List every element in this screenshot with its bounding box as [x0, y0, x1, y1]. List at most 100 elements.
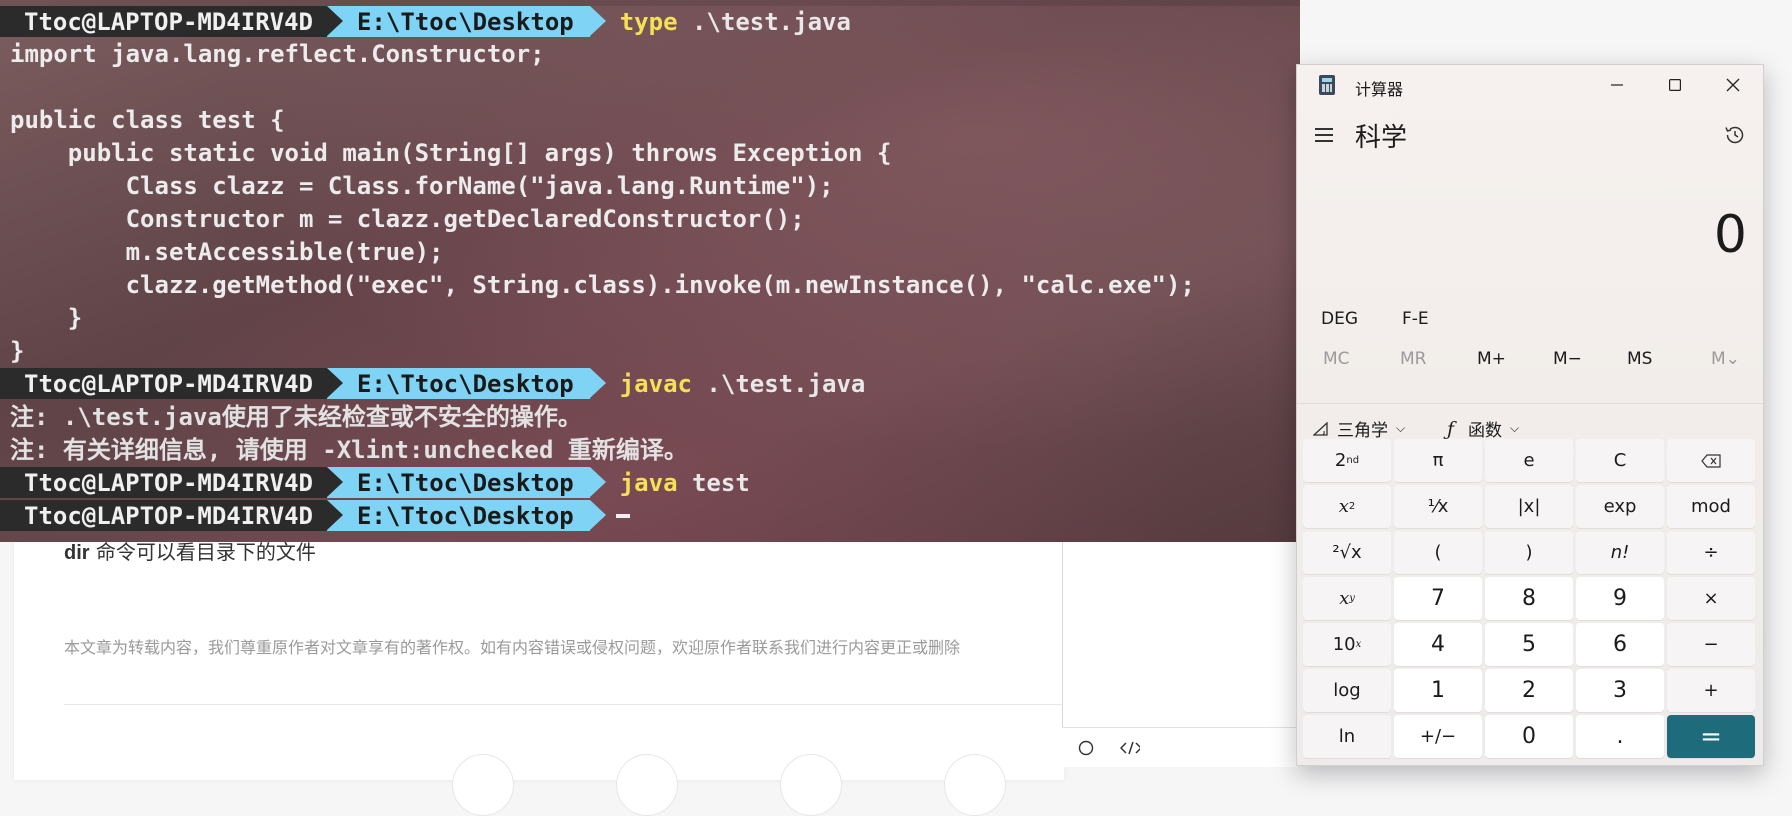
- prompt-user-segment: Ttoc@LAPTOP-MD4IRV4D: [0, 368, 343, 399]
- close-paren-button[interactable]: ): [1485, 531, 1573, 574]
- ten-power-button[interactable]: 10 x: [1303, 623, 1391, 666]
- memory-subtract-button[interactable]: M−: [1553, 349, 1582, 369]
- prompt-line: Ttoc@LAPTOP-MD4IRV4D E:\Ttoc\Desktop jav…: [0, 368, 865, 399]
- triangle-icon: [1313, 421, 1328, 436]
- close-button[interactable]: [1705, 65, 1761, 105]
- command-arg: .\test.java: [691, 369, 866, 398]
- share-circle-4[interactable]: [944, 754, 1006, 816]
- compiler-note: 注: 有关详细信息, 请使用 -Xlint:unchecked 重新编译。: [10, 436, 688, 464]
- digit-7-button[interactable]: 7: [1394, 577, 1482, 620]
- digit-5-button[interactable]: 5: [1485, 623, 1573, 666]
- maximize-icon: [1669, 79, 1681, 91]
- memory-recall-button[interactable]: MR: [1400, 349, 1426, 369]
- command-keyword: type: [619, 7, 678, 36]
- prompt-user-segment: Ttoc@LAPTOP-MD4IRV4D: [0, 6, 343, 37]
- backspace-button[interactable]: [1667, 439, 1755, 482]
- decimal-button[interactable]: .: [1576, 715, 1664, 758]
- digit-1-button[interactable]: 1: [1394, 669, 1482, 712]
- factorial-button[interactable]: n!: [1576, 531, 1664, 574]
- prompt-line: Ttoc@LAPTOP-MD4IRV4D E:\Ttoc\Desktop typ…: [0, 6, 851, 37]
- side-panel-footer: [1062, 727, 1298, 767]
- digit-0-button[interactable]: 0: [1485, 715, 1573, 758]
- prompt-line: Ttoc@LAPTOP-MD4IRV4D E:\Ttoc\Desktop: [0, 500, 630, 531]
- share-circle-1[interactable]: [452, 754, 514, 816]
- fe-toggle[interactable]: F-E: [1402, 309, 1429, 329]
- command-text: type .\test.java: [590, 8, 851, 36]
- mode-title: 科学: [1355, 123, 1408, 153]
- digit-2-button[interactable]: 2: [1485, 669, 1573, 712]
- code-line: public static void main(String[] args) t…: [10, 139, 892, 167]
- function-dropdown[interactable]: ƒ 函数 ⌵: [1447, 416, 1520, 442]
- prompt-line: Ttoc@LAPTOP-MD4IRV4D E:\Ttoc\Desktop jav…: [0, 467, 750, 498]
- calculator-window[interactable]: 计算器 科学 0 DEG F-E MC MR M+ M− MS M⌄ 三角学 ⌵…: [1296, 64, 1764, 766]
- memory-row: MC MR M+ M− MS M⌄: [1297, 345, 1763, 375]
- digit-6-button[interactable]: 6: [1576, 623, 1664, 666]
- title-bar[interactable]: 计算器: [1297, 65, 1763, 105]
- prompt-path-segment: E:\Ttoc\Desktop: [326, 368, 606, 399]
- exp-button[interactable]: exp: [1576, 485, 1664, 528]
- power-button[interactable]: xy: [1303, 577, 1391, 620]
- ln-button[interactable]: ln: [1303, 715, 1391, 758]
- reciprocal-button[interactable]: ¹⁄x: [1394, 485, 1482, 528]
- subtract-button[interactable]: −: [1667, 623, 1755, 666]
- share-circle-2[interactable]: [616, 754, 678, 816]
- circle-icon[interactable]: [1076, 738, 1096, 758]
- memory-list-button[interactable]: M⌄: [1711, 349, 1740, 369]
- log-button[interactable]: log: [1303, 669, 1391, 712]
- code-line: }: [10, 337, 25, 365]
- deg-toggle[interactable]: DEG: [1321, 309, 1358, 329]
- absolute-button[interactable]: |x|: [1485, 485, 1573, 528]
- pi-button[interactable]: π: [1394, 439, 1482, 482]
- prompt-path-segment: E:\Ttoc\Desktop: [326, 500, 606, 531]
- terminal-cursor[interactable]: [615, 513, 630, 518]
- memory-store-button[interactable]: MS: [1627, 349, 1652, 369]
- keypad: 2nd π e C x2 ¹⁄x |x| exp mod ²√x ( ) n! …: [1303, 439, 1759, 758]
- share-circle-3[interactable]: [780, 754, 842, 816]
- prompt-user-segment: Ttoc@LAPTOP-MD4IRV4D: [0, 500, 343, 531]
- chevron-down-icon: ⌵: [1510, 421, 1520, 435]
- negate-button[interactable]: +/−: [1394, 715, 1482, 758]
- prompt-user-segment: Ttoc@LAPTOP-MD4IRV4D: [0, 467, 343, 498]
- digit-8-button[interactable]: 8: [1485, 577, 1573, 620]
- trig-label: 三角学: [1337, 421, 1388, 441]
- function-label: 函数: [1468, 421, 1503, 441]
- square-button[interactable]: x2: [1303, 485, 1391, 528]
- dir-command: dir: [64, 542, 90, 564]
- history-icon[interactable]: [1723, 123, 1747, 147]
- code-line: clazz.getMethod("exec", String.class).in…: [10, 271, 1195, 299]
- backspace-icon: [1701, 453, 1721, 468]
- terminal-window[interactable]: Ttoc@LAPTOP-MD4IRV4D E:\Ttoc\Desktop typ…: [0, 0, 1300, 542]
- clear-button[interactable]: C: [1576, 439, 1664, 482]
- minimize-button[interactable]: [1589, 65, 1645, 105]
- add-button[interactable]: +: [1667, 669, 1755, 712]
- memory-add-button[interactable]: M+: [1477, 349, 1506, 369]
- open-paren-button[interactable]: (: [1394, 531, 1482, 574]
- divide-button[interactable]: ÷: [1667, 531, 1755, 574]
- command-text: javac .\test.java: [590, 370, 866, 398]
- sqrt-button[interactable]: ²√x: [1303, 531, 1391, 574]
- close-icon: [1726, 78, 1740, 92]
- code-line: }: [10, 304, 83, 332]
- trig-dropdown[interactable]: 三角学 ⌵: [1313, 416, 1405, 441]
- function-icon: ƒ: [1447, 417, 1455, 440]
- code-line: public class test {: [10, 106, 285, 134]
- second-button[interactable]: 2nd: [1303, 439, 1391, 482]
- code-icon[interactable]: [1120, 738, 1140, 758]
- multiply-button[interactable]: ×: [1667, 577, 1755, 620]
- chevron-down-icon: ⌵: [1396, 421, 1406, 435]
- code-line: import java.lang.reflect.Constructor;: [10, 40, 545, 68]
- copyright-notice: 本文章为转载内容，我们尊重原作者对文章享有的著作权。如有内容错误或侵权问题，欢迎…: [64, 638, 961, 657]
- digit-9-button[interactable]: 9: [1576, 577, 1664, 620]
- digit-4-button[interactable]: 4: [1394, 623, 1482, 666]
- digit-3-button[interactable]: 3: [1576, 669, 1664, 712]
- hamburger-menu-icon[interactable]: [1315, 128, 1333, 142]
- e-button[interactable]: e: [1485, 439, 1573, 482]
- mode-bar: 科学: [1297, 113, 1763, 157]
- article-text: 命令可以看目录下的文件: [89, 540, 316, 564]
- memory-clear-button[interactable]: MC: [1323, 349, 1350, 369]
- command-keyword: javac: [619, 369, 692, 398]
- equals-button[interactable]: =: [1667, 715, 1755, 758]
- mod-button[interactable]: mod: [1667, 485, 1755, 528]
- calculator-app-icon: [1319, 75, 1335, 95]
- maximize-button[interactable]: [1647, 65, 1703, 105]
